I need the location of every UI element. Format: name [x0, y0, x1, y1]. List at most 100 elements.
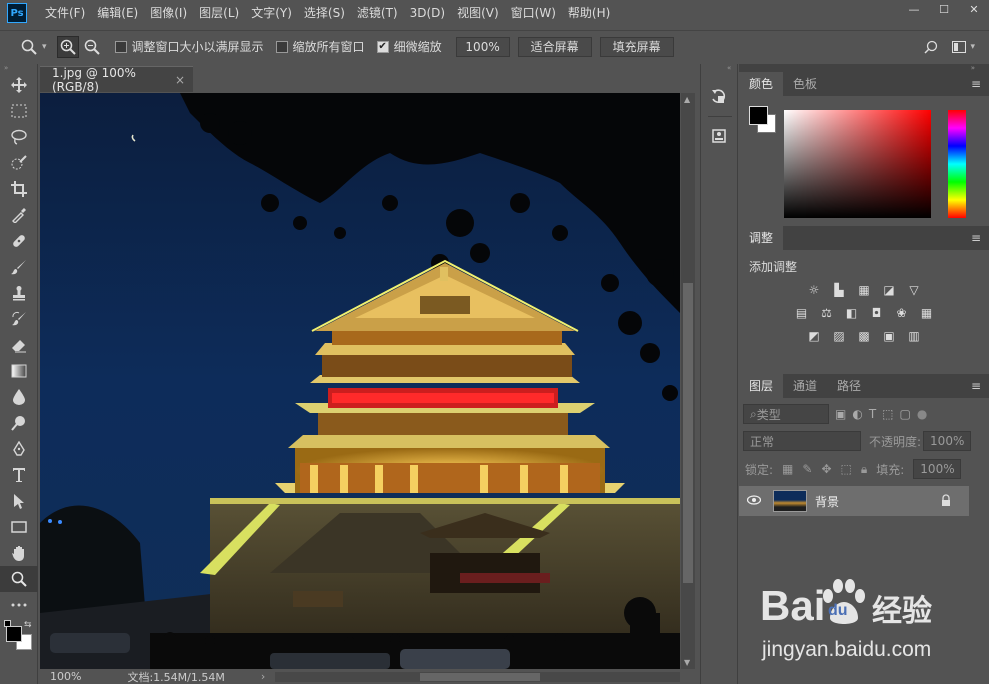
status-menu-arrow[interactable]: › — [261, 670, 265, 683]
menu-window[interactable]: 窗口(W) — [505, 0, 562, 26]
menu-file[interactable]: 文件(F) — [39, 0, 91, 26]
menu-image[interactable]: 图像(I) — [144, 0, 193, 26]
filter-shape-icon[interactable]: ⬚ — [882, 407, 893, 421]
posterize-icon[interactable]: ▨ — [831, 327, 848, 344]
zoom-value-field[interactable]: 100% — [455, 36, 510, 57]
scroll-up-icon[interactable]: ▲ — [684, 95, 690, 104]
filter-type-icon[interactable]: T — [869, 407, 876, 421]
minimize-button[interactable]: — — [899, 0, 929, 18]
filter-pixel-icon[interactable]: ▣ — [835, 407, 846, 421]
menu-layer[interactable]: 图层(L) — [193, 0, 245, 26]
filter-adjustment-icon[interactable]: ◐ — [852, 407, 862, 421]
tab-paths[interactable]: 路径 — [827, 374, 871, 398]
fit-screen-button[interactable]: 适合屏幕 — [517, 36, 592, 57]
gradient-map-icon[interactable]: ▥ — [906, 327, 923, 344]
more-tools-icon[interactable] — [0, 592, 38, 618]
foreground-color-swatch[interactable] — [6, 626, 22, 642]
blend-mode-dropdown[interactable]: 正常 — [743, 431, 861, 451]
lock-position-icon[interactable]: ✥ — [821, 462, 831, 476]
expand-strip-icon[interactable]: « — [701, 64, 737, 72]
opacity-field[interactable]: 100% — [923, 431, 972, 451]
fill-screen-button[interactable]: 填充屏幕 — [599, 36, 674, 57]
lock-all-icon[interactable]: 🔒︎ — [861, 462, 867, 477]
zoom-in-icon[interactable] — [56, 35, 79, 58]
brightness-icon[interactable]: ☼ — [806, 281, 823, 298]
properties-panel-icon[interactable] — [708, 125, 730, 147]
tab-color[interactable]: 颜色 — [739, 72, 784, 96]
search-icon[interactable] — [920, 36, 942, 58]
hue-slider[interactable] — [948, 110, 966, 218]
levels-icon[interactable]: ▙ — [831, 281, 848, 298]
invert-icon[interactable]: ◩ — [806, 327, 823, 344]
close-document-icon[interactable]: × — [175, 73, 185, 87]
filter-smart-object-icon[interactable]: ▢ — [900, 407, 911, 421]
layers-panel-menu-icon[interactable]: ≡ — [971, 374, 981, 398]
vibrance-icon[interactable]: ▽ — [906, 281, 923, 298]
marquee-tool-icon[interactable] — [0, 98, 38, 124]
type-tool-icon[interactable] — [0, 462, 38, 488]
collapse-panels-icon[interactable]: » — [739, 64, 989, 72]
menu-edit[interactable]: 编辑(E) — [91, 0, 144, 26]
blur-tool-icon[interactable] — [0, 384, 38, 410]
layer-visibility-icon[interactable] — [739, 494, 769, 508]
hue-saturation-icon[interactable]: ▤ — [793, 304, 810, 321]
zoom-out-icon[interactable] — [81, 36, 103, 58]
fit-windows-checkbox[interactable] — [114, 40, 127, 53]
color-swatches[interactable]: ⇆ — [0, 618, 37, 650]
fit-windows-option[interactable]: 调整窗口大小以满屏显示 — [114, 38, 264, 55]
tab-swatches[interactable]: 色板 — [783, 72, 827, 96]
workspace-icon[interactable] — [948, 36, 970, 58]
menu-view[interactable]: 视图(V) — [451, 0, 505, 26]
layer-row[interactable]: 背景 — [739, 486, 969, 516]
channel-mixer-icon[interactable]: ❀ — [893, 304, 910, 321]
layer-filter-dropdown[interactable]: ⌕ 类型 — [743, 404, 829, 424]
workspace-dropdown-icon[interactable]: ▾ — [970, 42, 975, 52]
zoom-tool-preset-icon[interactable] — [18, 36, 40, 58]
vertical-scroll-thumb[interactable] — [683, 283, 693, 583]
dodge-tool-icon[interactable] — [0, 410, 38, 436]
zoom-all-checkbox[interactable] — [275, 40, 288, 53]
lasso-tool-icon[interactable] — [0, 124, 38, 150]
scrubby-zoom-option[interactable]: ✔ 细微缩放 — [376, 38, 442, 55]
quick-select-tool-icon[interactable] — [0, 150, 38, 176]
pen-tool-icon[interactable] — [0, 436, 38, 462]
lock-transparent-icon[interactable]: ▦ — [782, 462, 793, 476]
lock-pixels-icon[interactable]: ✎ — [802, 462, 812, 476]
eyedropper-tool-icon[interactable] — [0, 202, 38, 228]
swap-colors-icon[interactable]: ⇆ — [24, 620, 32, 630]
rectangle-tool-icon[interactable] — [0, 514, 38, 540]
preset-dropdown-icon[interactable]: ▾ — [42, 42, 47, 52]
move-tool-icon[interactable] — [0, 72, 38, 98]
menu-help[interactable]: 帮助(H) — [562, 0, 616, 26]
scroll-down-icon[interactable]: ▼ — [684, 658, 690, 667]
lock-artboard-icon[interactable]: ⬚ — [841, 462, 852, 476]
color-field[interactable] — [784, 110, 931, 218]
layer-name[interactable]: 背景 — [815, 493, 839, 510]
maximize-button[interactable]: ☐ — [929, 0, 959, 18]
horizontal-scrollbar[interactable] — [275, 672, 680, 682]
panel-foreground-color[interactable] — [749, 106, 768, 125]
path-selection-tool-icon[interactable] — [0, 488, 38, 514]
healing-brush-tool-icon[interactable] — [0, 228, 38, 254]
zoom-all-option[interactable]: 缩放所有窗口 — [275, 38, 365, 55]
fill-field[interactable]: 100% — [913, 459, 962, 479]
document-tab[interactable]: 1.jpg @ 100%(RGB/8) × — [40, 66, 193, 94]
history-panel-icon[interactable] — [708, 86, 730, 108]
tab-layers[interactable]: 图层 — [739, 374, 784, 398]
history-brush-tool-icon[interactable] — [0, 306, 38, 332]
crop-tool-icon[interactable] — [0, 176, 38, 202]
hand-tool-icon[interactable] — [0, 540, 38, 566]
eraser-tool-icon[interactable] — [0, 332, 38, 358]
horizontal-scroll-thumb[interactable] — [420, 673, 540, 681]
photo-filter-icon[interactable]: ◘ — [868, 304, 885, 321]
collapse-icon[interactable]: » — [0, 64, 37, 72]
color-panel-menu-icon[interactable]: ≡ — [971, 72, 981, 96]
menu-3d[interactable]: 3D(D) — [404, 0, 451, 26]
color-balance-icon[interactable]: ⚖ — [818, 304, 835, 321]
curves-icon[interactable]: ▦ — [856, 281, 873, 298]
menu-type[interactable]: 文字(Y) — [245, 0, 298, 26]
tab-adjustments[interactable]: 调整 — [739, 226, 784, 250]
tab-channels[interactable]: 通道 — [783, 374, 827, 398]
status-zoom[interactable]: 100% — [50, 670, 81, 683]
vertical-scrollbar[interactable]: ▲ ▼ — [681, 93, 695, 669]
